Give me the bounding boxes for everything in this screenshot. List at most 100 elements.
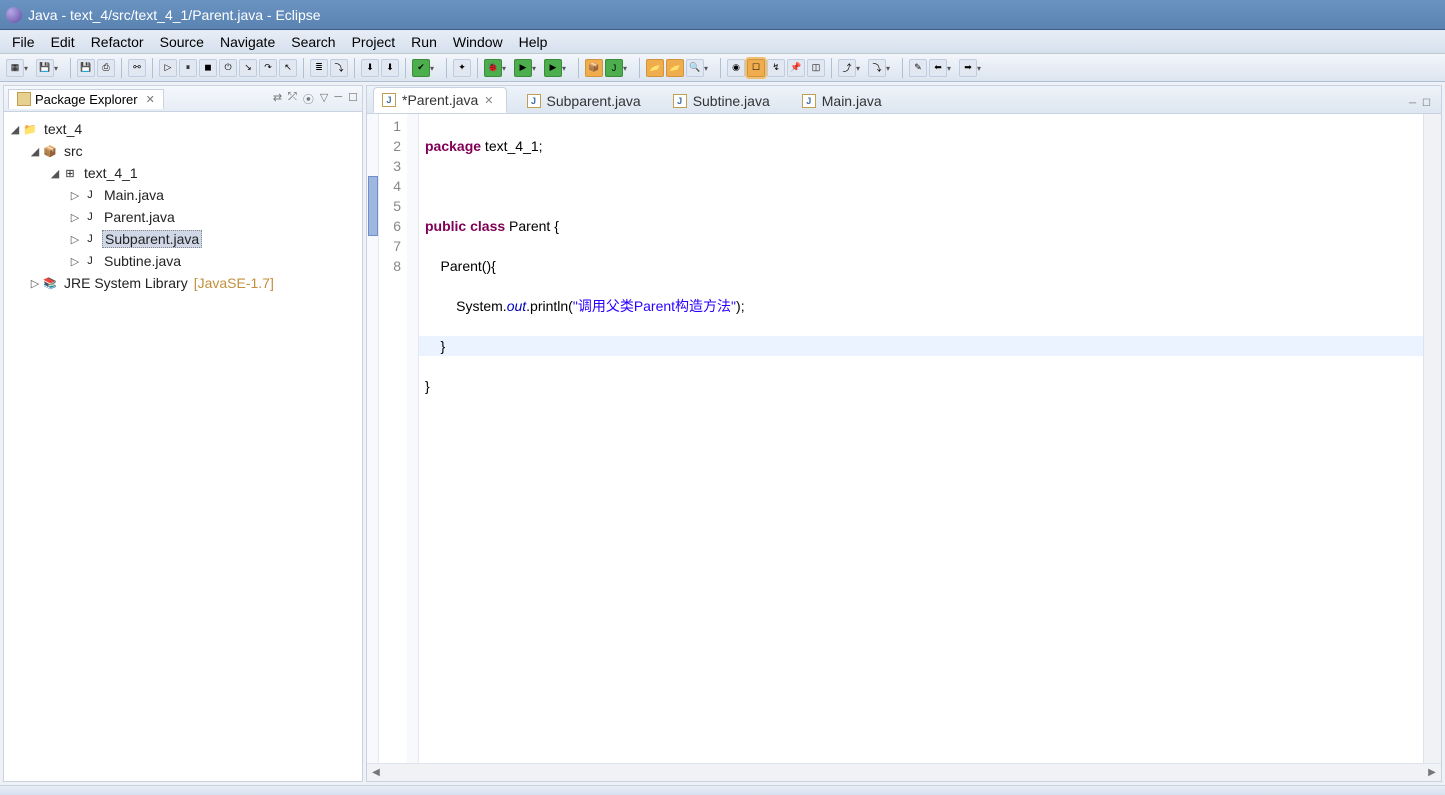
scroll-left-icon[interactable]: ◀ (367, 764, 385, 781)
java-dropdown[interactable]: ▾ (623, 64, 631, 72)
menu-edit[interactable]: Edit (43, 32, 83, 52)
filter-icon[interactable]: ⦿ (303, 91, 314, 107)
chevron-right-icon[interactable]: ▷ (68, 255, 82, 268)
pin-button[interactable]: 📌 (787, 59, 805, 77)
tree-file-subtine[interactable]: ▷ J Subtine.java (4, 250, 362, 272)
prev-dropdown[interactable]: ▾ (886, 64, 894, 72)
editor-tab-parent[interactable]: J *Parent.java ✕ (373, 87, 507, 113)
menu-search[interactable]: Search (283, 32, 343, 52)
tree-project[interactable]: ◢ 📁 text_4 (4, 118, 362, 140)
build-button[interactable]: ⬇ (361, 59, 379, 77)
maximize-icon[interactable]: ☐ (1422, 98, 1431, 109)
tree-jre[interactable]: ▷ 📚 JRE System Library [JavaSE-1.7] (4, 272, 362, 294)
stop-button[interactable]: ◼ (199, 59, 217, 77)
menu-run[interactable]: Run (403, 32, 445, 52)
folding-gutter[interactable] (407, 114, 419, 763)
toggle-mark-button[interactable]: ↯ (767, 59, 785, 77)
chevron-down-icon[interactable]: ◢ (48, 167, 62, 180)
drop-frame-button[interactable]: ≣ (310, 59, 328, 77)
editor-tab-subparent[interactable]: J Subparent.java (519, 89, 653, 113)
last-edit-button[interactable]: ✎ (909, 59, 927, 77)
coverage-button[interactable]: ▶ (544, 59, 562, 77)
link-button[interactable]: ⚯ (128, 59, 146, 77)
tree-file-subparent[interactable]: ▷ J Subparent.java (4, 228, 362, 250)
chevron-right-icon[interactable]: ▷ (68, 189, 82, 202)
skip-breakpoints-button[interactable]: ✔ (412, 59, 430, 77)
chevron-right-icon[interactable]: ▷ (68, 233, 82, 246)
chevron-right-icon[interactable]: ▷ (28, 277, 42, 290)
menu-file[interactable]: File (4, 32, 43, 52)
code-line[interactable]: } (419, 336, 1423, 356)
back-dropdown[interactable]: ▾ (947, 64, 955, 72)
horizontal-scrollbar[interactable]: ◀ ▶ (367, 763, 1441, 781)
code-line[interactable]: } (419, 376, 1423, 396)
vertical-scrollbar[interactable] (1423, 114, 1441, 763)
debug-dropdown[interactable]: ▾ (502, 64, 510, 72)
new-dropdown[interactable]: ▾ (24, 64, 32, 72)
package-explorer-tab[interactable]: Package Explorer ✕ (8, 89, 164, 109)
step-return-button[interactable]: ↖ (279, 59, 297, 77)
new-class-button[interactable]: ✦ (453, 59, 471, 77)
close-icon[interactable]: ✕ (146, 93, 155, 106)
editor-tab-main[interactable]: J Main.java (794, 89, 894, 113)
forward-button[interactable]: ➡ (959, 59, 977, 77)
code-line[interactable]: Parent(){ (419, 256, 1423, 276)
search-button[interactable]: 🔍 (686, 59, 704, 77)
code-line[interactable] (419, 416, 1423, 436)
menu-refactor[interactable]: Refactor (83, 32, 152, 52)
marker-gutter[interactable] (367, 114, 379, 763)
pause-button[interactable]: ⏸ (179, 59, 197, 77)
fwd-dropdown[interactable]: ▾ (977, 64, 985, 72)
code-line[interactable]: System.out.println("调用父类Parent构造方法"); (419, 296, 1423, 316)
code-editor[interactable]: package text_4_1; public class Parent { … (419, 114, 1423, 763)
collapse-all-icon[interactable]: ⇄ (273, 91, 282, 107)
resume-button[interactable]: ▷ (159, 59, 177, 77)
menu-help[interactable]: Help (511, 32, 556, 52)
step-over-button[interactable]: ↷ (259, 59, 277, 77)
prev-annotation-button[interactable]: ⤵ (868, 59, 886, 77)
new-button[interactable]: ▦ (6, 59, 24, 77)
run-button[interactable]: ▶ (514, 59, 532, 77)
link-editor-icon[interactable]: ⤱ (288, 91, 297, 107)
menu-window[interactable]: Window (445, 32, 511, 52)
code-line[interactable] (419, 176, 1423, 196)
toggle-breakpoint-button[interactable]: ☐ (747, 59, 765, 77)
coverage-dropdown[interactable]: ▾ (562, 64, 570, 72)
print-button[interactable]: ⎙ (97, 59, 115, 77)
skip-dropdown[interactable]: ▾ (430, 64, 438, 72)
maximize-icon[interactable]: ☐ (348, 91, 358, 107)
next-annotation-button[interactable]: ⤴ (838, 59, 856, 77)
debug-button[interactable]: 🐞 (484, 59, 502, 77)
close-icon[interactable]: ✕ (484, 94, 493, 107)
disconnect-button[interactable]: ⏻ (219, 59, 237, 77)
chevron-down-icon[interactable]: ◢ (28, 145, 42, 158)
open-task-button[interactable]: 📂 (666, 59, 684, 77)
step-into-button[interactable]: ↘ (239, 59, 257, 77)
tree-src[interactable]: ◢ 📦 src (4, 140, 362, 162)
chevron-right-icon[interactable]: ▷ (68, 211, 82, 224)
editor-tab-subtine[interactable]: J Subtine.java (665, 89, 782, 113)
menu-project[interactable]: Project (344, 32, 404, 52)
next-dropdown[interactable]: ▾ (856, 64, 864, 72)
new-java-button[interactable]: J (605, 59, 623, 77)
code-line[interactable]: public class Parent { (419, 216, 1423, 236)
menu-source[interactable]: Source (152, 32, 212, 52)
chevron-down-icon[interactable]: ◢ (8, 123, 22, 136)
new-package-button[interactable]: 📦 (585, 59, 603, 77)
run-dropdown[interactable]: ▾ (532, 64, 540, 72)
minimize-icon[interactable]: ─ (334, 91, 342, 107)
menu-navigate[interactable]: Navigate (212, 32, 283, 52)
save-all-button[interactable]: 💾 (77, 59, 95, 77)
tree-package[interactable]: ◢ ⊞ text_4_1 (4, 162, 362, 184)
toggle-watchpoint-button[interactable]: ◉ (727, 59, 745, 77)
back-button[interactable]: ⬅ (929, 59, 947, 77)
search-dropdown[interactable]: ▾ (704, 64, 712, 72)
scroll-right-icon[interactable]: ▶ (1423, 764, 1441, 781)
view-menu-icon[interactable]: ▽ (320, 91, 328, 107)
save-button[interactable]: 💾 (36, 59, 54, 77)
save-dropdown[interactable]: ▾ (54, 64, 62, 72)
tree-file-parent[interactable]: ▷ J Parent.java (4, 206, 362, 228)
open-type-button[interactable]: 📂 (646, 59, 664, 77)
tree-file-main[interactable]: ▷ J Main.java (4, 184, 362, 206)
build-all-button[interactable]: ⬇ (381, 59, 399, 77)
